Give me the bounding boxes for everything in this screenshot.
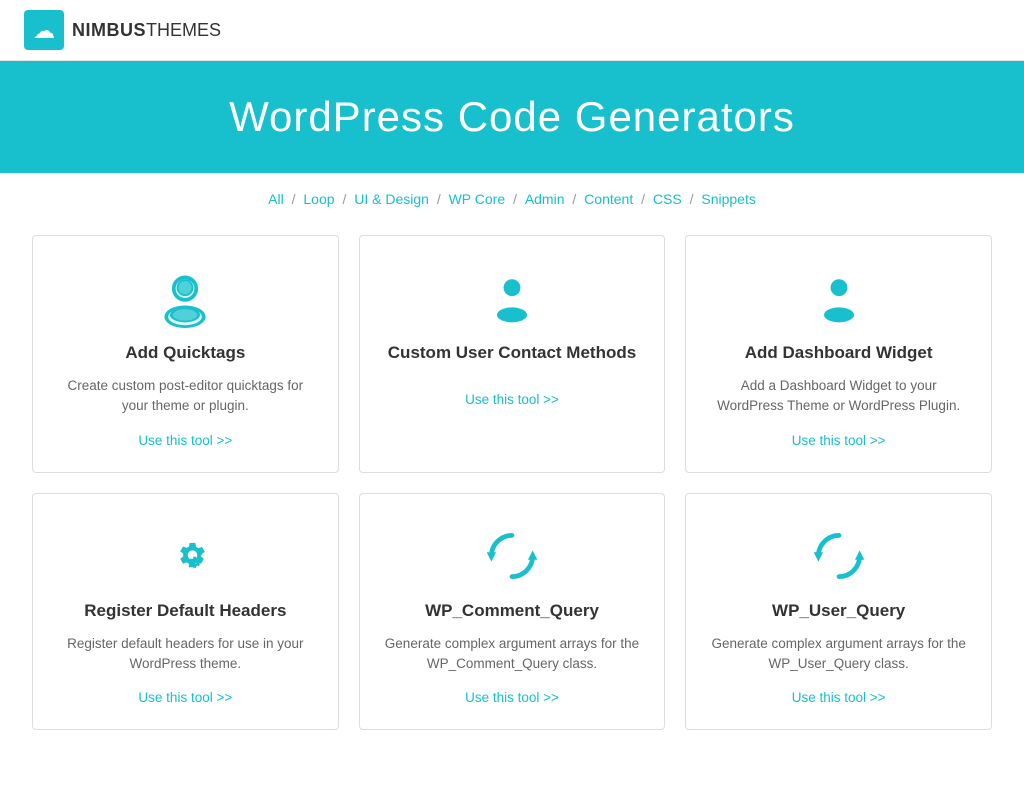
logo-brand-light: THEMES: [146, 20, 221, 40]
logo-icon: ☁: [24, 10, 64, 50]
card-wp-user-query-title: WP_User_Query: [772, 600, 905, 622]
breadcrumb-ui-design[interactable]: UI & Design: [354, 191, 429, 207]
breadcrumb-sep-6: /: [641, 191, 649, 207]
user-icon-2: [480, 266, 544, 330]
card-add-dashboard-widget-desc: Add a Dashboard Widget to your WordPress…: [710, 376, 967, 417]
svg-text:☁: ☁: [33, 18, 55, 43]
breadcrumb: All / Loop / UI & Design / WP Core / Adm…: [0, 173, 1024, 225]
card-wp-user-query-link[interactable]: Use this tool >>: [792, 690, 886, 705]
card-custom-user-contact: Custom User Contact Methods Use this too…: [359, 235, 666, 473]
card-register-default-headers-title: Register Default Headers: [84, 600, 286, 622]
breadcrumb-content[interactable]: Content: [584, 191, 633, 207]
user-icon-1: [153, 266, 217, 330]
card-wp-comment-query-title: WP_Comment_Query: [425, 600, 599, 622]
breadcrumb-wp-core[interactable]: WP Core: [449, 191, 506, 207]
breadcrumb-loop[interactable]: Loop: [303, 191, 334, 207]
breadcrumb-sep-2: /: [342, 191, 350, 207]
card-add-dashboard-widget-title: Add Dashboard Widget: [745, 342, 933, 364]
gear-icon: [153, 524, 217, 588]
logo-brand-bold: NIMBUS: [72, 20, 146, 40]
card-add-dashboard-widget-link[interactable]: Use this tool >>: [792, 433, 886, 448]
breadcrumb-all[interactable]: All: [268, 191, 284, 207]
card-custom-user-contact-link[interactable]: Use this tool >>: [465, 392, 559, 407]
card-register-default-headers: Register Default Headers Register defaul…: [32, 493, 339, 731]
breadcrumb-sep-3: /: [437, 191, 445, 207]
breadcrumb-snippets[interactable]: Snippets: [701, 191, 755, 207]
refresh-icon-2: [807, 524, 871, 588]
breadcrumb-css[interactable]: CSS: [653, 191, 682, 207]
card-add-quicktags-title: Add Quicktags: [125, 342, 245, 364]
card-wp-comment-query: WP_Comment_Query Generate complex argume…: [359, 493, 666, 731]
card-register-default-headers-desc: Register default headers for use in your…: [57, 634, 314, 675]
navbar: ☁ NIMBUSTHEMES: [0, 0, 1024, 61]
hero-banner: WordPress Code Generators: [0, 61, 1024, 173]
card-add-quicktags: Add Quicktags Create custom post-editor …: [32, 235, 339, 473]
card-register-default-headers-link[interactable]: Use this tool >>: [138, 690, 232, 705]
hero-title: WordPress Code Generators: [20, 93, 1004, 141]
user-icon-3: [807, 266, 871, 330]
refresh-icon-1: [480, 524, 544, 588]
breadcrumb-admin[interactable]: Admin: [525, 191, 565, 207]
card-add-quicktags-desc: Create custom post-editor quicktags for …: [57, 376, 314, 417]
card-wp-user-query: WP_User_Query Generate complex argument …: [685, 493, 992, 731]
logo-text: NIMBUSTHEMES: [72, 20, 221, 41]
card-wp-comment-query-link[interactable]: Use this tool >>: [465, 690, 559, 705]
logo: ☁ NIMBUSTHEMES: [24, 10, 221, 50]
breadcrumb-sep-5: /: [572, 191, 580, 207]
card-add-dashboard-widget: Add Dashboard Widget Add a Dashboard Wid…: [685, 235, 992, 473]
card-custom-user-contact-title: Custom User Contact Methods: [388, 342, 636, 364]
card-wp-user-query-desc: Generate complex argument arrays for the…: [710, 634, 967, 675]
breadcrumb-sep-1: /: [292, 191, 300, 207]
card-grid: Add Quicktags Create custom post-editor …: [12, 225, 1012, 770]
card-wp-comment-query-desc: Generate complex argument arrays for the…: [384, 634, 641, 675]
breadcrumb-sep-7: /: [690, 191, 698, 207]
breadcrumb-sep-4: /: [513, 191, 521, 207]
card-add-quicktags-link[interactable]: Use this tool >>: [138, 433, 232, 448]
